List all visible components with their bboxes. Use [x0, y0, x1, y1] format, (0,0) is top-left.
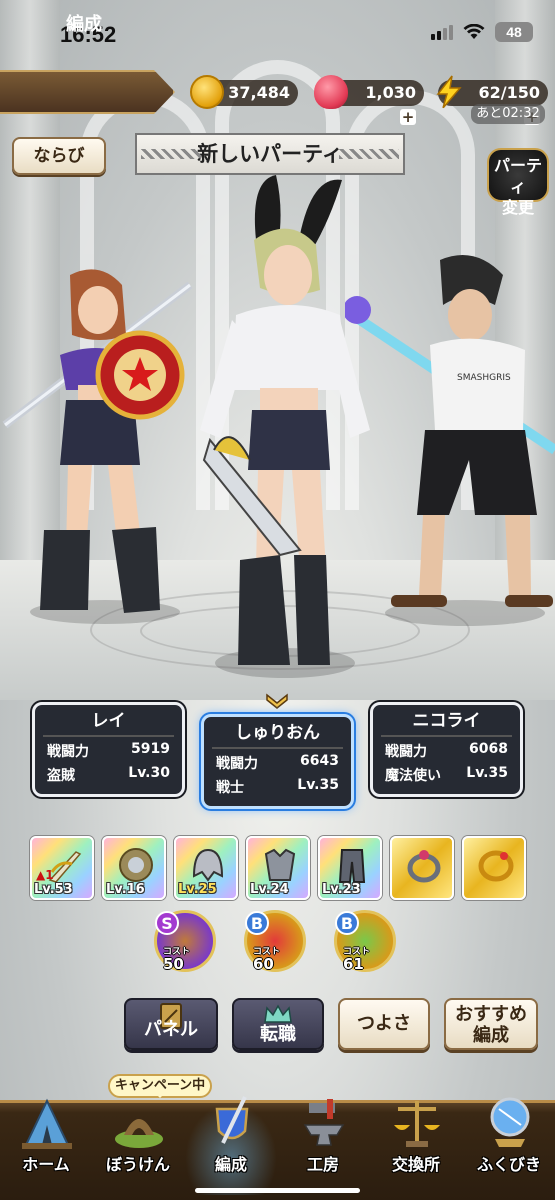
battery-indicator: 48: [495, 22, 533, 42]
character-card-nikolai[interactable]: ニコライ 戦闘力 6068 魔法使い Lv.35: [370, 702, 523, 797]
armor-bottom-icon: [338, 849, 366, 883]
job-label: 盗賊: [47, 768, 75, 784]
bracelet-icon: [478, 850, 514, 882]
job-label: 魔法使い: [385, 768, 441, 784]
character-card-shurion[interactable]: しゅりおん 戦闘力 6643 戦士 Lv.35: [201, 714, 354, 809]
level-value: Lv.30: [128, 765, 170, 781]
equipment-slot-shield[interactable]: Lv.16: [102, 836, 166, 900]
character-card-rei[interactable]: レイ 戦闘力 5919 盗賊 Lv.30: [32, 702, 185, 797]
gold-coin-icon: [190, 75, 224, 109]
equipment-level: Lv.25: [178, 882, 217, 897]
gem-counter[interactable]: 1,030+: [314, 75, 424, 125]
cost-label: コスト 60: [253, 947, 281, 973]
monster-medal-1[interactable]: S コスト 50: [154, 910, 216, 972]
add-gems-icon[interactable]: +: [400, 109, 416, 125]
shield-icon: [119, 848, 153, 882]
character-nikolai[interactable]: SMASHGRIS: [345, 250, 555, 630]
adventure-island-icon: [115, 1119, 163, 1148]
nav-lottery[interactable]: ふくびき: [463, 1097, 555, 1195]
nav-adventure[interactable]: ぼうけん: [92, 1103, 184, 1195]
cost-label: コスト 61: [343, 947, 371, 973]
stamina-counter[interactable]: 62/150+: [436, 75, 548, 125]
rank-badge: B: [245, 911, 269, 935]
card-name: レイ: [43, 705, 174, 737]
gold-counter: 37,484: [190, 75, 298, 109]
cellular-signal-icon: [431, 24, 453, 40]
party-name[interactable]: 新しいパーティ: [135, 133, 405, 175]
wifi-icon: [463, 24, 485, 39]
strength-button[interactable]: つよさ: [338, 998, 430, 1050]
level-value: Lv.35: [466, 765, 508, 781]
rank-badge: S: [155, 911, 179, 935]
upgrade-mark: ▲1: [36, 868, 54, 882]
level-value: Lv.35: [297, 777, 339, 793]
rank-badge: B: [335, 911, 359, 935]
recommended-formation-button[interactable]: おすすめ 編成: [444, 998, 538, 1050]
monster-medal-2[interactable]: B コスト 60: [244, 910, 306, 972]
job-change-button[interactable]: 転職: [232, 998, 324, 1050]
crystal-orb-icon: [490, 1097, 530, 1147]
bottom-navigation: ホーム ぼうけん 編成 工房 交換所 ふくびき: [0, 1096, 555, 1200]
nav-formation[interactable]: 編成: [185, 1096, 277, 1195]
armor-top-icon: [264, 848, 296, 881]
nav-exchange[interactable]: 交換所: [370, 1101, 462, 1195]
power-value: 6068: [469, 741, 508, 757]
home-indicator: [195, 1188, 360, 1193]
tent-home-icon: [22, 1098, 72, 1149]
scales-icon: [394, 1101, 440, 1147]
equipment-slot-head[interactable]: Lv.25: [174, 836, 238, 900]
equipment-level: Lv.16: [106, 882, 145, 897]
gem-icon: [314, 75, 348, 109]
screen-title: 編成: [66, 14, 102, 35]
equipment-slot-body-bottom[interactable]: Lv.23: [318, 836, 382, 900]
equipment-level: Lv.24: [250, 882, 289, 897]
party-change-button[interactable]: パーティ 変更: [487, 148, 549, 217]
chevron-down-icon: [266, 693, 288, 709]
order-button[interactable]: ならび: [12, 137, 106, 175]
equipment-level: Lv.23: [322, 882, 361, 897]
cost-label: コスト 50: [163, 947, 191, 973]
power-value: 6643: [300, 753, 339, 769]
equipment-slot-body-top[interactable]: Lv.24: [246, 836, 310, 900]
equipment-level: Lv.53: [34, 882, 73, 897]
monster-medal-3[interactable]: B コスト 61: [334, 910, 396, 972]
svg-text:SMASHGRIS: SMASHGRIS: [457, 373, 511, 383]
nav-workshop[interactable]: 工房: [277, 1099, 369, 1195]
equipment-slot-weapon[interactable]: ▲1 Lv.53: [30, 836, 94, 900]
crown-icon: [264, 1004, 292, 1023]
helmet-icon: [192, 848, 224, 882]
character-rei[interactable]: [0, 265, 200, 625]
card-name: しゅりおん: [212, 717, 343, 749]
sword-shield-icon: [215, 1096, 249, 1144]
nav-home[interactable]: ホーム: [0, 1098, 92, 1195]
anvil-hammer-icon: [303, 1099, 345, 1146]
lightning-bolt-icon: [436, 75, 462, 109]
stamina-recovery-timer: あと02:32: [471, 104, 545, 124]
card-name: ニコライ: [381, 705, 512, 737]
screen-title-banner: [0, 70, 175, 114]
job-label: 戦士: [216, 780, 244, 796]
panel-button[interactable]: パネル: [124, 998, 218, 1050]
equipment-slot-accessory-1[interactable]: [390, 836, 454, 900]
power-value: 5919: [131, 741, 170, 757]
ring-icon: [407, 850, 441, 883]
equipment-slot-accessory-2[interactable]: [462, 836, 526, 900]
